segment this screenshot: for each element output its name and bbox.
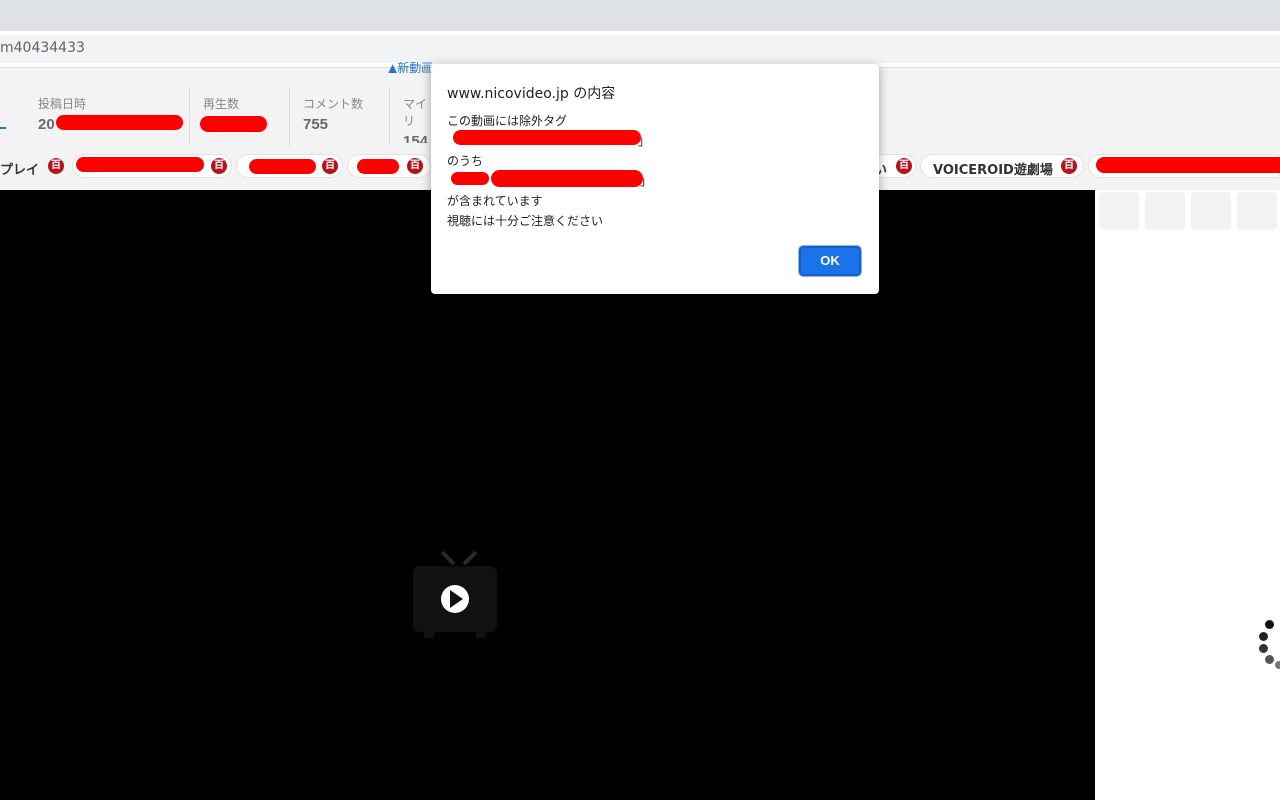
redaction-mark (1096, 157, 1280, 173)
stat-divider (289, 88, 290, 146)
panel-tab[interactable] (1237, 192, 1277, 230)
side-panel (1095, 190, 1280, 800)
dictionary-icon[interactable]: 百 (1061, 158, 1077, 174)
dialog-message-line: 視聴には十分ご注意ください (447, 214, 604, 228)
dictionary-icon[interactable]: 百 (211, 158, 227, 174)
redaction-mark (491, 170, 643, 187)
redaction-mark (200, 116, 267, 132)
stat-label: 投稿日時 (38, 97, 87, 111)
stat-divider (189, 88, 190, 146)
redaction-mark (249, 159, 316, 174)
dictionary-icon[interactable]: 百 (48, 158, 64, 174)
header-accent-mark (0, 127, 6, 129)
redaction-mark (357, 159, 399, 174)
stat-label: 再生数 (203, 97, 240, 111)
stat-mylist: マイリ 154 (403, 95, 433, 143)
dictionary-icon[interactable]: 百 (407, 158, 423, 174)
redaction-mark (56, 115, 183, 130)
stat-divider (389, 88, 390, 146)
redaction-mark (451, 172, 489, 185)
stat-value: 755 (303, 116, 329, 133)
browser-tab-strip (0, 0, 1280, 31)
tag-label[interactable]: VOICEROID遊劇場 (933, 159, 1053, 178)
dialog-message-line: のうち (447, 154, 484, 168)
stat-label: コメント数 (303, 97, 364, 111)
redaction-mark (76, 157, 204, 172)
dialog-message-line: この動画には除外タグ (447, 114, 568, 128)
stat-label: マイリ (403, 97, 428, 128)
panel-tab[interactable] (1145, 192, 1185, 230)
stat-value: 154 (403, 133, 429, 143)
new-video-link[interactable]: ▲新動画 (388, 59, 433, 73)
panel-tab[interactable] (1191, 192, 1231, 230)
play-tv-icon[interactable] (410, 548, 502, 640)
panel-tab[interactable] (1099, 192, 1139, 230)
tag-label[interactable]: プレイ (0, 159, 39, 178)
dialog-title: www.nicovideo.jp の内容 (447, 86, 616, 102)
dictionary-icon[interactable]: 百 (896, 158, 912, 174)
address-bar[interactable] (0, 35, 1280, 63)
dialog-message-line: が含まれています (447, 194, 543, 208)
alert-dialog: www.nicovideo.jp の内容 この動画には除外タグ 「 」 のうち … (431, 64, 879, 294)
ok-button[interactable]: OK (798, 245, 862, 277)
stat-comments: コメント数 755 (303, 95, 383, 143)
redaction-mark (453, 130, 641, 145)
address-bar-text[interactable]: m40434433 (0, 40, 85, 56)
dictionary-icon[interactable]: 百 (322, 158, 338, 174)
